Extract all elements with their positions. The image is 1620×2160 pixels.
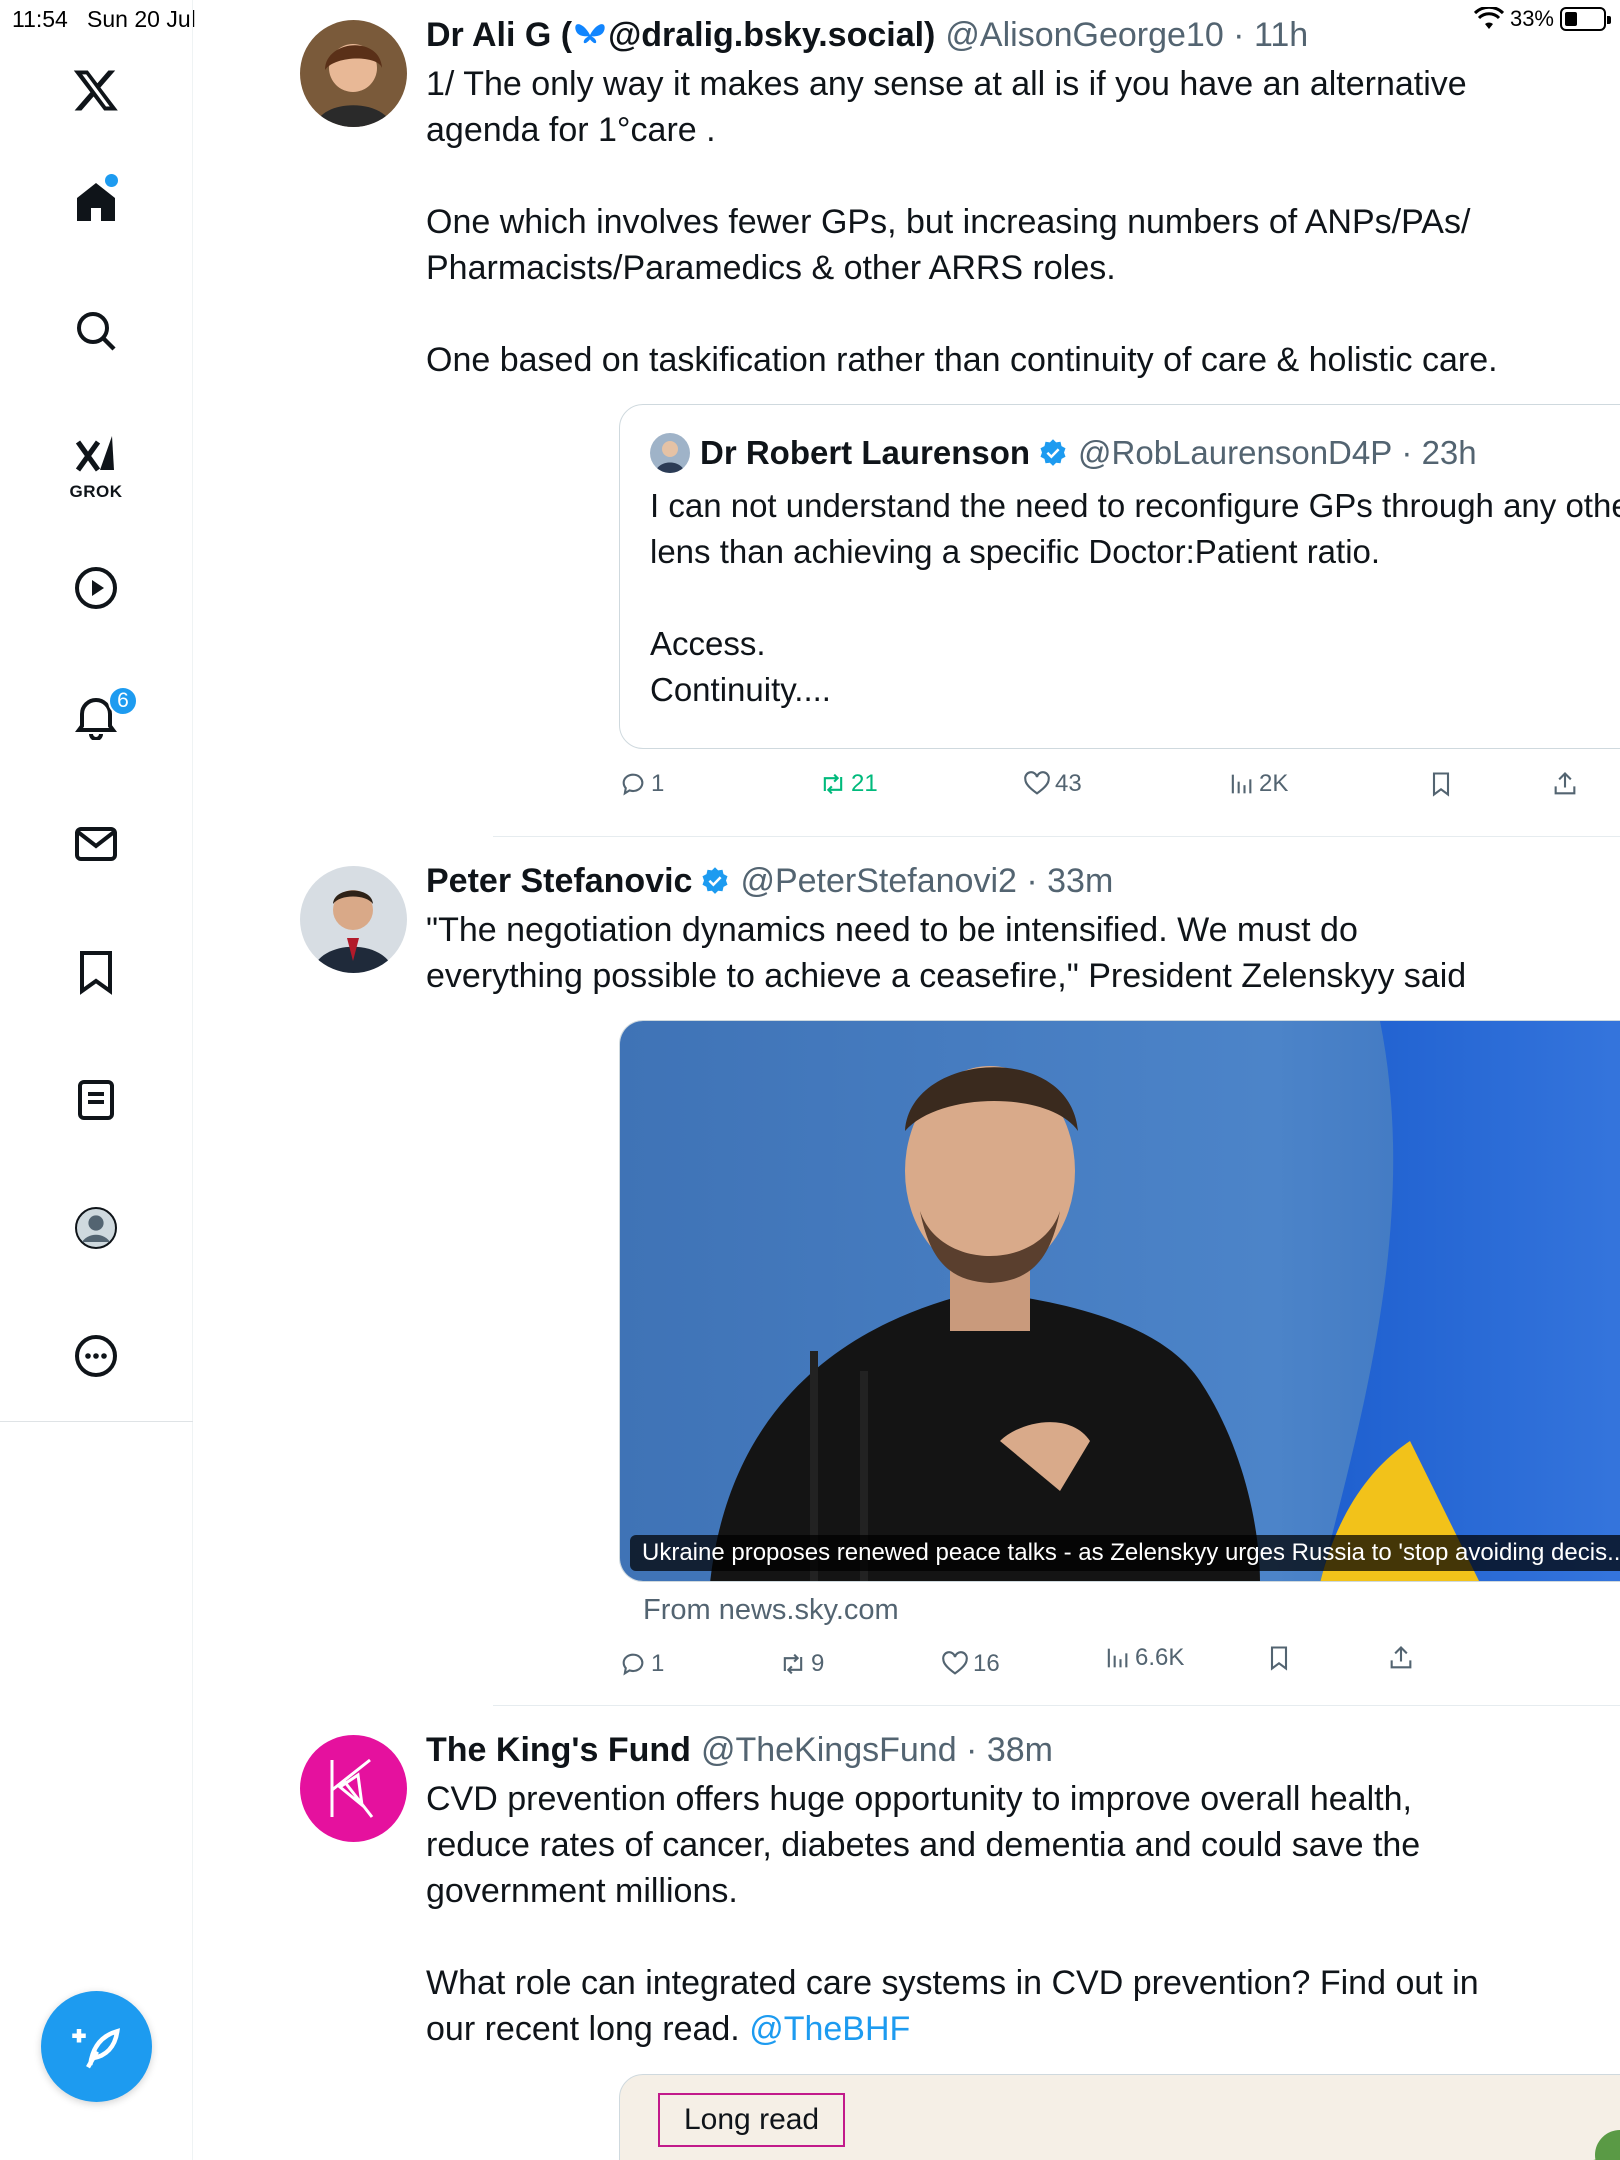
views-icon bbox=[1231, 774, 1252, 794]
author-handle[interactable]: @AlisonGeorge10 bbox=[945, 14, 1223, 57]
grok-icon bbox=[75, 436, 114, 472]
share-icon bbox=[1554, 772, 1576, 795]
sidebar-item-grok[interactable] bbox=[62, 420, 130, 488]
tweet-text: 1/ The only way it makes any sense at al… bbox=[426, 64, 1498, 379]
like-button[interactable]: 16 bbox=[941, 1650, 1000, 1678]
sidebar-item-home[interactable] bbox=[62, 168, 130, 236]
tweet-header: Dr Ali G ( @dralig.bsky.social) @AlisonG… bbox=[426, 14, 1516, 57]
like-button[interactable]: 43 bbox=[1023, 770, 1082, 798]
quote-time: 23h bbox=[1421, 434, 1477, 471]
share-icon bbox=[1390, 1646, 1412, 1669]
timeline: Dr Ali G ( @dralig.bsky.social) @AlisonG… bbox=[193, 0, 1620, 2160]
reply-button[interactable]: 1 bbox=[619, 770, 664, 798]
long-read-label: Long read bbox=[658, 2093, 846, 2147]
x-logo-icon[interactable] bbox=[62, 56, 130, 124]
quoted-tweet[interactable]: Dr Robert Laurenson @RobLaurensonD4P · 2… bbox=[619, 404, 1620, 749]
media-caption: Ukraine proposes renewed peace talks - a… bbox=[630, 1535, 1620, 1571]
tweet-text: "The negotiation dynamics need to be int… bbox=[426, 910, 1467, 995]
reply-button[interactable]: 1 bbox=[619, 1650, 664, 1678]
quote-author-handle: @RobLaurensonD4P bbox=[1078, 434, 1393, 471]
tweet-header: Peter Stefanovic @PeterStefanovi2 · 33m bbox=[426, 860, 1516, 903]
share-button[interactable] bbox=[1387, 1644, 1415, 1672]
verified-badge-icon bbox=[1040, 439, 1066, 466]
author-name[interactable]: Dr Ali G ( bbox=[426, 14, 572, 57]
quote-author-name: Dr Robert Laurenson bbox=[700, 434, 1031, 471]
bookmark-icon bbox=[1270, 1646, 1288, 1671]
verified-badge-icon bbox=[702, 867, 728, 895]
reply-count: 1 bbox=[651, 770, 665, 797]
views-count: 6.6K bbox=[1135, 1644, 1185, 1671]
bookmark-button[interactable] bbox=[1427, 770, 1455, 798]
tweet-divider bbox=[493, 1705, 1620, 1706]
author-name-suffix: @dralig.bsky.social) bbox=[608, 16, 936, 54]
reply-icon bbox=[622, 1653, 644, 1676]
sidebar-divider bbox=[0, 1421, 193, 1422]
link-source[interactable]: From news.sky.com bbox=[643, 1594, 899, 1627]
sidebar-item-lists[interactable] bbox=[62, 1066, 130, 1134]
views-icon bbox=[1107, 1648, 1128, 1668]
tweet-divider bbox=[493, 836, 1620, 837]
author-name[interactable]: Peter Stefanovic bbox=[426, 860, 692, 903]
sidebar-item-messages[interactable] bbox=[62, 810, 130, 878]
sidebar-item-bookmarks[interactable] bbox=[62, 938, 130, 1006]
quote-text: I can not understand the need to reconfi… bbox=[650, 487, 1620, 708]
avatar[interactable] bbox=[300, 866, 407, 973]
avatar[interactable] bbox=[300, 1735, 407, 1842]
like-count: 16 bbox=[973, 1650, 1000, 1677]
heart-icon bbox=[1024, 771, 1050, 795]
tweet-actions: 1 21 43 2K bbox=[619, 770, 1619, 810]
sidebar-item-video[interactable] bbox=[62, 554, 130, 622]
link-card[interactable]: Long read bbox=[619, 2074, 1620, 2160]
play-icon bbox=[75, 567, 117, 609]
reply-count: 1 bbox=[651, 1650, 665, 1677]
like-count: 43 bbox=[1055, 770, 1082, 797]
tweet-time[interactable]: 38m bbox=[987, 1729, 1053, 1772]
sidebar-item-more[interactable] bbox=[62, 1322, 130, 1390]
sidebar-item-profile[interactable] bbox=[62, 1194, 130, 1262]
sidebar: GROK 6 bbox=[0, 0, 193, 2160]
bookmark-button[interactable] bbox=[1265, 1644, 1293, 1672]
tweet-header: The King's Fund @TheKingsFund · 38m bbox=[426, 1729, 1516, 1772]
compose-icon bbox=[71, 2027, 120, 2068]
views-button[interactable]: 6.6K bbox=[1103, 1644, 1184, 1672]
search-icon bbox=[77, 312, 116, 351]
mail-icon bbox=[75, 827, 117, 861]
list-icon bbox=[78, 1080, 114, 1120]
compose-button[interactable] bbox=[41, 1991, 152, 2102]
retweet-count: 9 bbox=[811, 1650, 825, 1677]
quote-header: Dr Robert Laurenson @RobLaurensonD4P · 2… bbox=[650, 433, 1620, 473]
notifications-badge: 6 bbox=[108, 686, 138, 716]
avatar[interactable] bbox=[300, 20, 407, 127]
mention-link[interactable]: @TheBHF bbox=[749, 2010, 910, 2048]
retweet-count: 21 bbox=[851, 770, 878, 797]
home-unread-dot bbox=[105, 174, 118, 187]
sidebar-item-explore[interactable] bbox=[62, 297, 130, 365]
tweet-text: CVD prevention offers huge opportunity t… bbox=[426, 1779, 1479, 2048]
bookmark-icon bbox=[1432, 772, 1450, 797]
heart-icon bbox=[942, 1651, 968, 1675]
tweet-time[interactable]: 33m bbox=[1047, 860, 1113, 903]
retweet-button[interactable]: 21 bbox=[819, 770, 878, 798]
share-button[interactable] bbox=[1551, 770, 1579, 798]
tweet-media-image[interactable]: Ukraine proposes renewed peace talks - a… bbox=[619, 1020, 1620, 1582]
views-button[interactable]: 2K bbox=[1227, 770, 1288, 798]
more-circle-icon bbox=[75, 1335, 117, 1377]
retweet-icon bbox=[783, 1653, 803, 1675]
retweet-button[interactable]: 9 bbox=[779, 1650, 824, 1678]
author-handle[interactable]: @PeterStefanovi2 bbox=[740, 860, 1016, 903]
grok-label: GROK bbox=[69, 482, 123, 501]
author-name[interactable]: The King's Fund bbox=[426, 1729, 691, 1772]
butterfly-icon bbox=[575, 24, 605, 44]
views-count: 2K bbox=[1259, 770, 1289, 797]
retweet-icon bbox=[823, 773, 843, 795]
bookmark-icon bbox=[80, 951, 112, 995]
reply-icon bbox=[622, 773, 644, 796]
profile-icon bbox=[75, 1207, 117, 1249]
quote-avatar bbox=[650, 433, 690, 473]
tweet-time[interactable]: 11h bbox=[1254, 14, 1308, 57]
author-handle[interactable]: @TheKingsFund bbox=[701, 1729, 957, 1772]
tweet-actions: 1 9 16 6.6K bbox=[619, 1644, 1419, 1690]
